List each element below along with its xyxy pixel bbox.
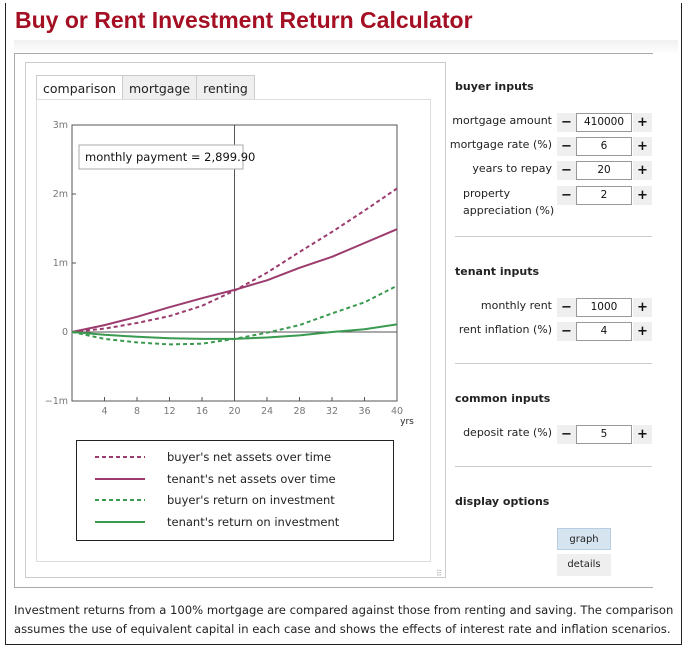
- mortgage-rate-control: mortgage rate (%) − 6 +: [450, 136, 652, 156]
- x-tick-label: 12: [163, 406, 175, 417]
- legend-item: buyer's net assets over time: [95, 448, 331, 466]
- monthly-rent-input[interactable]: 1000: [576, 298, 632, 317]
- decrement-button[interactable]: −: [557, 161, 576, 180]
- field-label: mortgage amount: [452, 114, 552, 127]
- y-tick-label: 0: [62, 327, 68, 338]
- x-tick-label: 4: [101, 406, 107, 417]
- legend-item: tenant's return on investment: [95, 513, 339, 531]
- property-appreciation-control: property appreciation (%) − 2 +: [455, 185, 652, 217]
- y-tick-label: −1m: [45, 396, 68, 407]
- mortgage-amount-control: mortgage amount − 410000 +: [452, 112, 652, 132]
- chart-legend: buyer's net assets over time tenant's ne…: [76, 440, 394, 541]
- display-options-heading: display options: [455, 495, 550, 508]
- field-label: property appreciation (%): [463, 187, 555, 217]
- divider: [455, 236, 652, 237]
- field-label: mortgage rate (%): [449, 138, 552, 151]
- field-label: monthly rent: [480, 299, 552, 312]
- divider: [455, 363, 652, 364]
- increment-button[interactable]: +: [633, 425, 652, 444]
- legend-label: tenant's return on investment: [167, 515, 340, 529]
- x-tick-label: 8: [134, 406, 140, 417]
- legend-label: tenant's net assets over time: [167, 472, 336, 486]
- monthly-rent-control: monthly rent − 1000 +: [455, 297, 652, 317]
- decrement-button[interactable]: −: [557, 298, 576, 317]
- y-tick-label: 2m: [53, 189, 68, 200]
- rent-inflation-input[interactable]: 4: [576, 322, 632, 341]
- years-to-repay-control: years to repay − 20 +: [455, 160, 652, 180]
- field-label: rent inflation (%): [458, 323, 552, 336]
- x-tick-label: 24: [261, 406, 273, 417]
- legend-swatch: [95, 478, 145, 480]
- divider: [455, 466, 652, 467]
- mortgage-amount-input[interactable]: 410000: [576, 113, 632, 132]
- legend-swatch: [95, 499, 145, 501]
- increment-button[interactable]: +: [633, 137, 652, 156]
- x-axis-label: yrs: [400, 417, 414, 427]
- x-tick-label: 40: [391, 406, 403, 417]
- rent-inflation-control: rent inflation (%) − 4 +: [455, 321, 652, 341]
- deposit-rate-control: deposit rate (%) − 5 +: [455, 424, 652, 444]
- property-appreciation-input[interactable]: 2: [576, 186, 632, 205]
- decrement-button[interactable]: −: [557, 322, 576, 341]
- increment-button[interactable]: +: [633, 113, 652, 132]
- deposit-rate-input[interactable]: 5: [576, 425, 632, 444]
- y-tick-label: 3m: [53, 120, 68, 131]
- buyer-inputs-heading: buyer inputs: [455, 80, 534, 93]
- resize-handle-icon[interactable]: ⠿: [436, 569, 442, 578]
- legend-item: tenant's net assets over time: [95, 470, 336, 488]
- legend-swatch: [95, 521, 145, 523]
- description-text: Investment returns from a 100% mortgage …: [14, 603, 674, 636]
- decrement-button[interactable]: −: [557, 425, 576, 444]
- decrement-button[interactable]: −: [557, 186, 576, 205]
- x-tick-label: 32: [326, 406, 338, 417]
- details-button[interactable]: details: [557, 554, 611, 576]
- legend-item: buyer's return on investment: [95, 491, 335, 509]
- legend-label: buyer's net assets over time: [167, 450, 332, 464]
- common-inputs-heading: common inputs: [455, 392, 551, 405]
- decrement-button[interactable]: −: [557, 137, 576, 156]
- increment-button[interactable]: +: [633, 186, 652, 205]
- x-tick-label: 28: [293, 406, 305, 417]
- years-to-repay-input[interactable]: 20: [576, 161, 632, 180]
- increment-button[interactable]: +: [633, 322, 652, 341]
- increment-button[interactable]: +: [633, 298, 652, 317]
- x-tick-label: 16: [196, 406, 208, 417]
- x-tick-label: 20: [228, 406, 240, 417]
- legend-swatch: [95, 456, 145, 458]
- graph-button[interactable]: graph: [557, 528, 611, 550]
- mortgage-rate-input[interactable]: 6: [576, 137, 632, 156]
- tenant-inputs-heading: tenant inputs: [455, 265, 540, 278]
- decrement-button[interactable]: −: [557, 113, 576, 132]
- y-tick-label: 1m: [53, 258, 68, 269]
- field-label: deposit rate (%): [463, 426, 552, 439]
- x-tick-label: 36: [358, 406, 370, 417]
- field-label: years to repay: [472, 162, 552, 175]
- monthly-payment-label: monthly payment = 2,899.90: [85, 150, 255, 164]
- increment-button[interactable]: +: [633, 161, 652, 180]
- legend-label: buyer's return on investment: [167, 493, 335, 507]
